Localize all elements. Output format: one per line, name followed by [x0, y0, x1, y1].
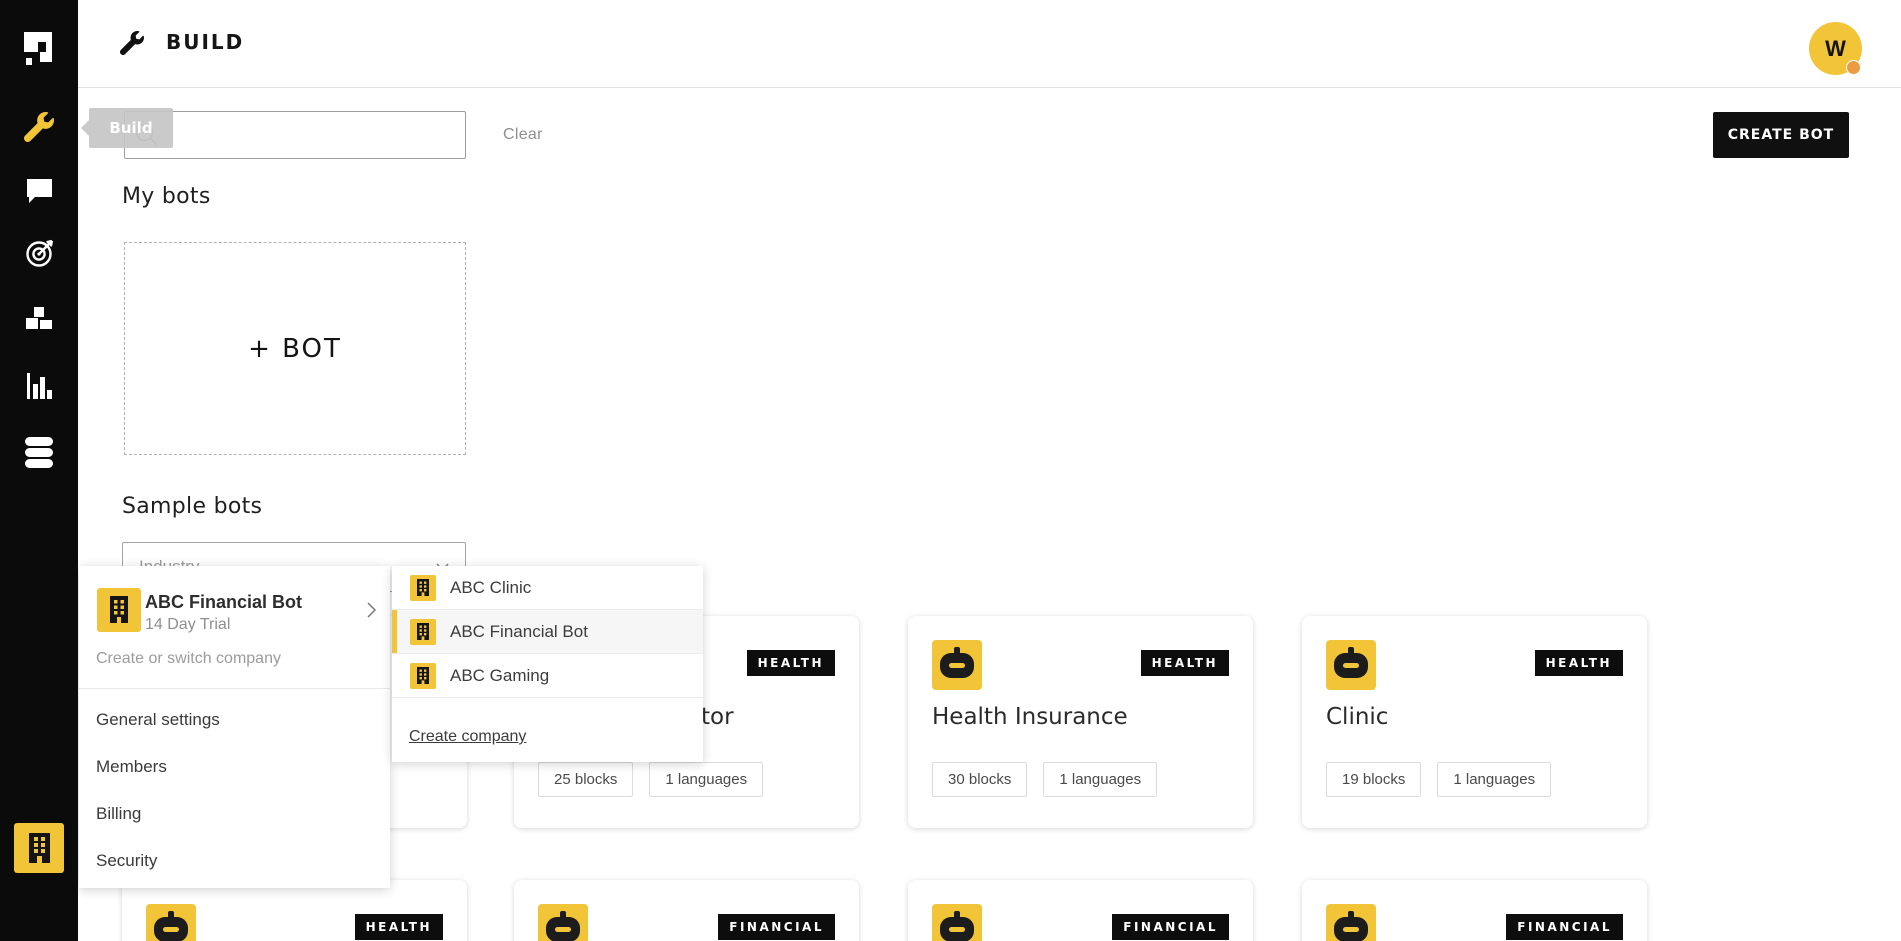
category-badge: FINANCIAL	[718, 914, 835, 940]
company-option-label: ABC Clinic	[450, 577, 532, 597]
company-name: ABC Financial Bot	[145, 592, 303, 612]
nav-blocks-icon[interactable]	[25, 306, 53, 334]
status-dot	[1846, 60, 1861, 75]
nav-bar-chart-icon[interactable]	[26, 372, 52, 400]
company-plan: 14 Day Trial	[145, 616, 231, 633]
company-switcher-building-icon[interactable]	[14, 823, 64, 873]
bot-title: tor	[701, 704, 734, 730]
sample-bot-card[interactable]: FINANCIAL	[514, 880, 859, 941]
category-badge: HEALTH	[746, 650, 835, 676]
sample-bot-card[interactable]: HEALTH	[122, 880, 467, 941]
nav-chat-icon[interactable]	[26, 178, 53, 204]
avatar-initial: W	[1825, 35, 1846, 61]
bot-stats: 30 blocks 1 languages	[932, 762, 1158, 797]
build-tooltip: Build	[81, 108, 173, 148]
bot-stats: 25 blocks 1 languages	[538, 762, 764, 797]
category-badge: FINANCIAL	[1112, 914, 1229, 940]
clear-search-link[interactable]: Clear	[503, 126, 543, 144]
category-badge: HEALTH	[1140, 650, 1229, 676]
company-option-abc-clinic[interactable]: ABC Clinic	[392, 566, 703, 610]
menu-item-members[interactable]: Members	[79, 743, 390, 790]
category-badge: HEALTH	[1534, 650, 1623, 676]
bot-title: Clinic	[1326, 704, 1389, 730]
languages-chip: 1 languages	[1437, 762, 1552, 797]
company-building-icon	[410, 618, 436, 645]
add-bot-label: + BOT	[248, 333, 342, 364]
create-or-switch-company-link[interactable]: Create or switch company	[96, 650, 281, 668]
blocks-chip: 30 blocks	[932, 762, 1028, 797]
sidebar	[0, 0, 78, 941]
menu-divider	[79, 688, 390, 689]
company-option-label: ABC Gaming	[450, 665, 550, 685]
menu-item-billing[interactable]: Billing	[79, 790, 390, 837]
company-menu: ABC Financial Bot 14 Day Trial Create or…	[79, 566, 390, 888]
company-building-icon	[410, 662, 436, 689]
sample-bot-card[interactable]: HEALTH Health Insurance 30 blocks 1 lang…	[908, 616, 1253, 828]
menu-item-security[interactable]: Security	[79, 837, 390, 884]
nav-target-icon[interactable]	[25, 238, 55, 268]
app-root: BUILD W Build Clear CREATE BOT My bots +…	[0, 0, 1901, 941]
blocks-chip: 25 blocks	[538, 762, 634, 797]
sample-bot-card[interactable]: FINANCIAL	[1302, 880, 1647, 941]
nav-build-wrench-icon[interactable]	[24, 112, 54, 142]
bot-title: Health Insurance	[932, 704, 1128, 730]
bot-avatar-icon	[538, 904, 588, 941]
company-switch-submenu: ABC Clinic ABC Financial Bot ABC Gaming …	[392, 566, 703, 762]
bot-avatar-icon	[146, 904, 196, 941]
main-content: Build Clear CREATE BOT My bots + BOT Sam…	[78, 88, 1901, 941]
category-badge: FINANCIAL	[1506, 914, 1623, 940]
page-title: BUILD	[166, 30, 245, 54]
languages-chip: 1 languages	[1043, 762, 1158, 797]
build-tooltip-label: Build	[109, 119, 153, 137]
header: BUILD W	[78, 0, 1901, 88]
my-bots-heading: My bots	[122, 184, 211, 209]
bot-avatar-icon	[932, 904, 982, 941]
sample-bots-heading: Sample bots	[122, 494, 263, 519]
sample-bot-card[interactable]: HEALTH Clinic 19 blocks 1 languages	[1302, 616, 1647, 828]
sample-bot-card[interactable]: FINANCIAL	[908, 880, 1253, 941]
nav-database-icon[interactable]	[25, 437, 53, 470]
search-input[interactable]	[124, 111, 466, 159]
company-building-icon	[410, 574, 436, 601]
user-avatar[interactable]: W	[1809, 22, 1862, 75]
company-building-icon	[97, 588, 141, 632]
create-company-link[interactable]: Create company	[409, 728, 526, 746]
bot-avatar-icon	[1326, 640, 1376, 690]
category-badge: HEALTH	[354, 914, 443, 940]
build-wrench-icon	[119, 31, 144, 60]
company-option-label: ABC Financial Bot	[450, 621, 588, 641]
company-option-abc-financial-bot[interactable]: ABC Financial Bot	[392, 610, 703, 654]
chevron-right-icon[interactable]	[367, 602, 377, 623]
company-option-abc-gaming[interactable]: ABC Gaming	[392, 654, 703, 698]
languages-chip: 1 languages	[649, 762, 764, 797]
bot-avatar-icon	[932, 640, 982, 690]
add-bot-box[interactable]: + BOT	[124, 242, 466, 455]
create-bot-button[interactable]: CREATE BOT	[1713, 112, 1849, 158]
company-menu-items: General settings Members Billing Securit…	[79, 696, 390, 884]
bot-avatar-icon	[1326, 904, 1376, 941]
blocks-chip: 19 blocks	[1326, 762, 1422, 797]
menu-item-general-settings[interactable]: General settings	[79, 696, 390, 743]
app-logo-icon[interactable]	[24, 32, 52, 66]
bot-stats: 19 blocks 1 languages	[1326, 762, 1552, 797]
